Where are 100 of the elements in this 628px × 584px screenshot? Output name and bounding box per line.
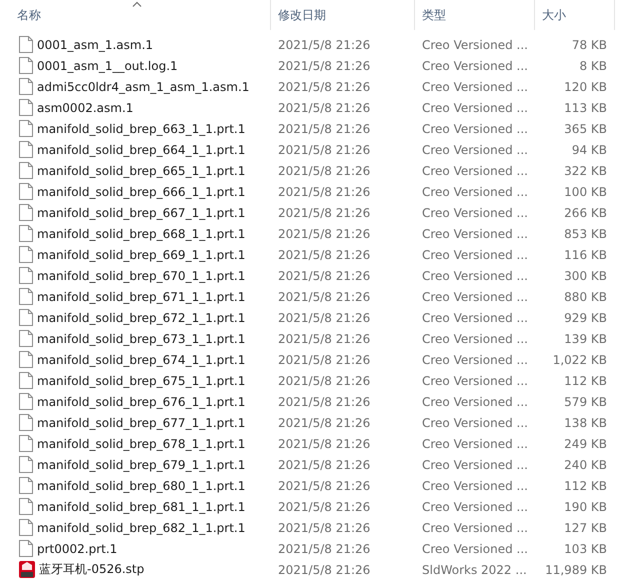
file-size: 365 KB: [564, 122, 608, 136]
modified-date: 2021/5/8 21:26: [277, 122, 372, 136]
file-type: Creo Versioned ...: [421, 520, 529, 534]
file-name[interactable]: manifold_solid_brep_672_1_1.prt.1: [37, 310, 246, 324]
file-icon: [19, 330, 33, 347]
file-name[interactable]: admi5cc0ldr4_asm_1_asm_1.asm.1: [37, 80, 250, 94]
file-size: 853 KB: [564, 226, 608, 240]
file-size: 103 KB: [564, 542, 608, 556]
file-size: 78 KB: [572, 38, 608, 52]
file-type: Creo Versioned ...: [421, 206, 529, 220]
file-name[interactable]: asm0002.asm.1: [37, 100, 134, 114]
file-icon: [19, 162, 33, 179]
file-icon: [19, 267, 33, 284]
file-name[interactable]: manifold_solid_brep_673_1_1.prt.1: [37, 332, 246, 346]
file-name[interactable]: manifold_solid_brep_668_1_1.prt.1: [37, 226, 246, 240]
file-size: 139 KB: [564, 332, 608, 346]
file-size: 1,022 KB: [552, 352, 608, 366]
cad-app-icon: [19, 561, 35, 578]
file-icon: [19, 204, 33, 221]
modified-date: 2021/5/8 21:26: [277, 100, 372, 114]
file-name[interactable]: manifold_solid_brep_679_1_1.prt.1: [37, 458, 246, 472]
file-name[interactable]: manifold_solid_brep_667_1_1.prt.1: [37, 206, 246, 220]
file-size: 120 KB: [564, 80, 608, 94]
file-size: 240 KB: [564, 458, 608, 472]
file-icon: [19, 477, 33, 494]
file-type: Creo Versioned ...: [421, 436, 529, 450]
file-name[interactable]: manifold_solid_brep_670_1_1.prt.1: [37, 268, 246, 282]
modified-date: 2021/5/8 21:26: [277, 520, 372, 534]
column-header[interactable]: 修改日期: [271, 0, 415, 30]
file-type: Creo Versioned ...: [421, 500, 529, 514]
modified-date: 2021/5/8 21:26: [277, 58, 372, 72]
file-type: Creo Versioned ...: [421, 38, 529, 52]
file-type: Creo Versioned ...: [421, 248, 529, 262]
file-icon: [19, 519, 33, 536]
file-icon: [19, 498, 33, 515]
file-icon: [19, 183, 33, 200]
file-type: Creo Versioned ...: [421, 226, 529, 240]
modified-date: 2021/5/8 21:26: [277, 394, 372, 408]
file-type: Creo Versioned ...: [421, 290, 529, 304]
file-size: 929 KB: [564, 310, 608, 324]
file-type: Creo Versioned ...: [421, 100, 529, 114]
modified-date: 2021/5/8 21:26: [277, 268, 372, 282]
file-size: 112 KB: [564, 478, 608, 492]
file-type: Creo Versioned ...: [421, 416, 529, 430]
file-name[interactable]: 0001_asm_1__out.log.1: [37, 58, 178, 72]
file-icon: [19, 393, 33, 410]
file-size: 300 KB: [564, 268, 608, 282]
file-name[interactable]: manifold_solid_brep_669_1_1.prt.1: [37, 248, 246, 262]
modified-date: 2021/5/8 21:26: [277, 248, 372, 262]
file-name[interactable]: manifold_solid_brep_666_1_1.prt.1: [37, 184, 246, 198]
file-name[interactable]: 0001_asm_1.asm.1: [37, 38, 154, 52]
modified-date: 2021/5/8 21:26: [277, 290, 372, 304]
file-name[interactable]: manifold_solid_brep_671_1_1.prt.1: [37, 290, 246, 304]
file-type: Creo Versioned ...: [421, 58, 529, 72]
modified-date: 2021/5/8 21:26: [277, 142, 372, 156]
modified-date: 2021/5/8 21:26: [277, 436, 372, 450]
file-size: 116 KB: [564, 248, 608, 262]
file-name[interactable]: manifold_solid_brep_682_1_1.prt.1: [37, 520, 246, 534]
file-type: Creo Versioned ...: [421, 394, 529, 408]
column-header[interactable]: 类型: [415, 0, 535, 30]
file-name[interactable]: manifold_solid_brep_674_1_1.prt.1: [37, 352, 246, 366]
file-name[interactable]: manifold_solid_brep_676_1_1.prt.1: [37, 394, 246, 408]
file-name[interactable]: manifold_solid_brep_675_1_1.prt.1: [37, 374, 246, 388]
column-header[interactable]: 名称: [0, 0, 271, 30]
modified-date: 2021/5/8 21:26: [277, 562, 372, 576]
file-type: Creo Versioned ...: [421, 142, 529, 156]
modified-date: 2021/5/8 21:26: [277, 374, 372, 388]
column-header[interactable]: 大小: [535, 0, 615, 30]
file-name[interactable]: manifold_solid_brep_665_1_1.prt.1: [37, 164, 246, 178]
file-icon: [19, 288, 33, 305]
file-type: Creo Versioned ...: [421, 164, 529, 178]
file-icon: [19, 435, 33, 452]
file-type: Creo Versioned ...: [421, 458, 529, 472]
file-icon: [19, 246, 33, 263]
modified-date: 2021/5/8 21:26: [277, 184, 372, 198]
file-size: 127 KB: [564, 520, 608, 534]
file-name[interactable]: manifold_solid_brep_663_1_1.prt.1: [37, 122, 246, 136]
file-type: Creo Versioned ...: [421, 332, 529, 346]
file-size: 579 KB: [564, 394, 608, 408]
file-size: 113 KB: [564, 100, 608, 114]
file-name[interactable]: prt0002.prt.1: [37, 542, 118, 556]
modified-date: 2021/5/8 21:26: [277, 500, 372, 514]
file-icon: [19, 36, 33, 53]
file-name[interactable]: manifold_solid_brep_681_1_1.prt.1: [37, 500, 246, 514]
modified-date: 2021/5/8 21:26: [277, 226, 372, 240]
modified-date: 2021/5/8 21:26: [277, 164, 372, 178]
file-name[interactable]: manifold_solid_brep_677_1_1.prt.1: [37, 416, 246, 430]
file-size: 880 KB: [564, 290, 608, 304]
file-type: Creo Versioned ...: [421, 268, 529, 282]
file-name[interactable]: manifold_solid_brep_680_1_1.prt.1: [37, 478, 246, 492]
file-name[interactable]: 蓝牙耳机-0526.stp: [39, 561, 144, 578]
file-name[interactable]: manifold_solid_brep_664_1_1.prt.1: [37, 142, 246, 156]
modified-date: 2021/5/8 21:26: [277, 478, 372, 492]
file-icon: [19, 351, 33, 368]
file-type: Creo Versioned ...: [421, 352, 529, 366]
file-name[interactable]: manifold_solid_brep_678_1_1.prt.1: [37, 436, 246, 450]
file-icon: [19, 225, 33, 242]
modified-date: 2021/5/8 21:26: [277, 38, 372, 52]
file-icon: [19, 99, 33, 116]
file-icon: [19, 372, 33, 389]
